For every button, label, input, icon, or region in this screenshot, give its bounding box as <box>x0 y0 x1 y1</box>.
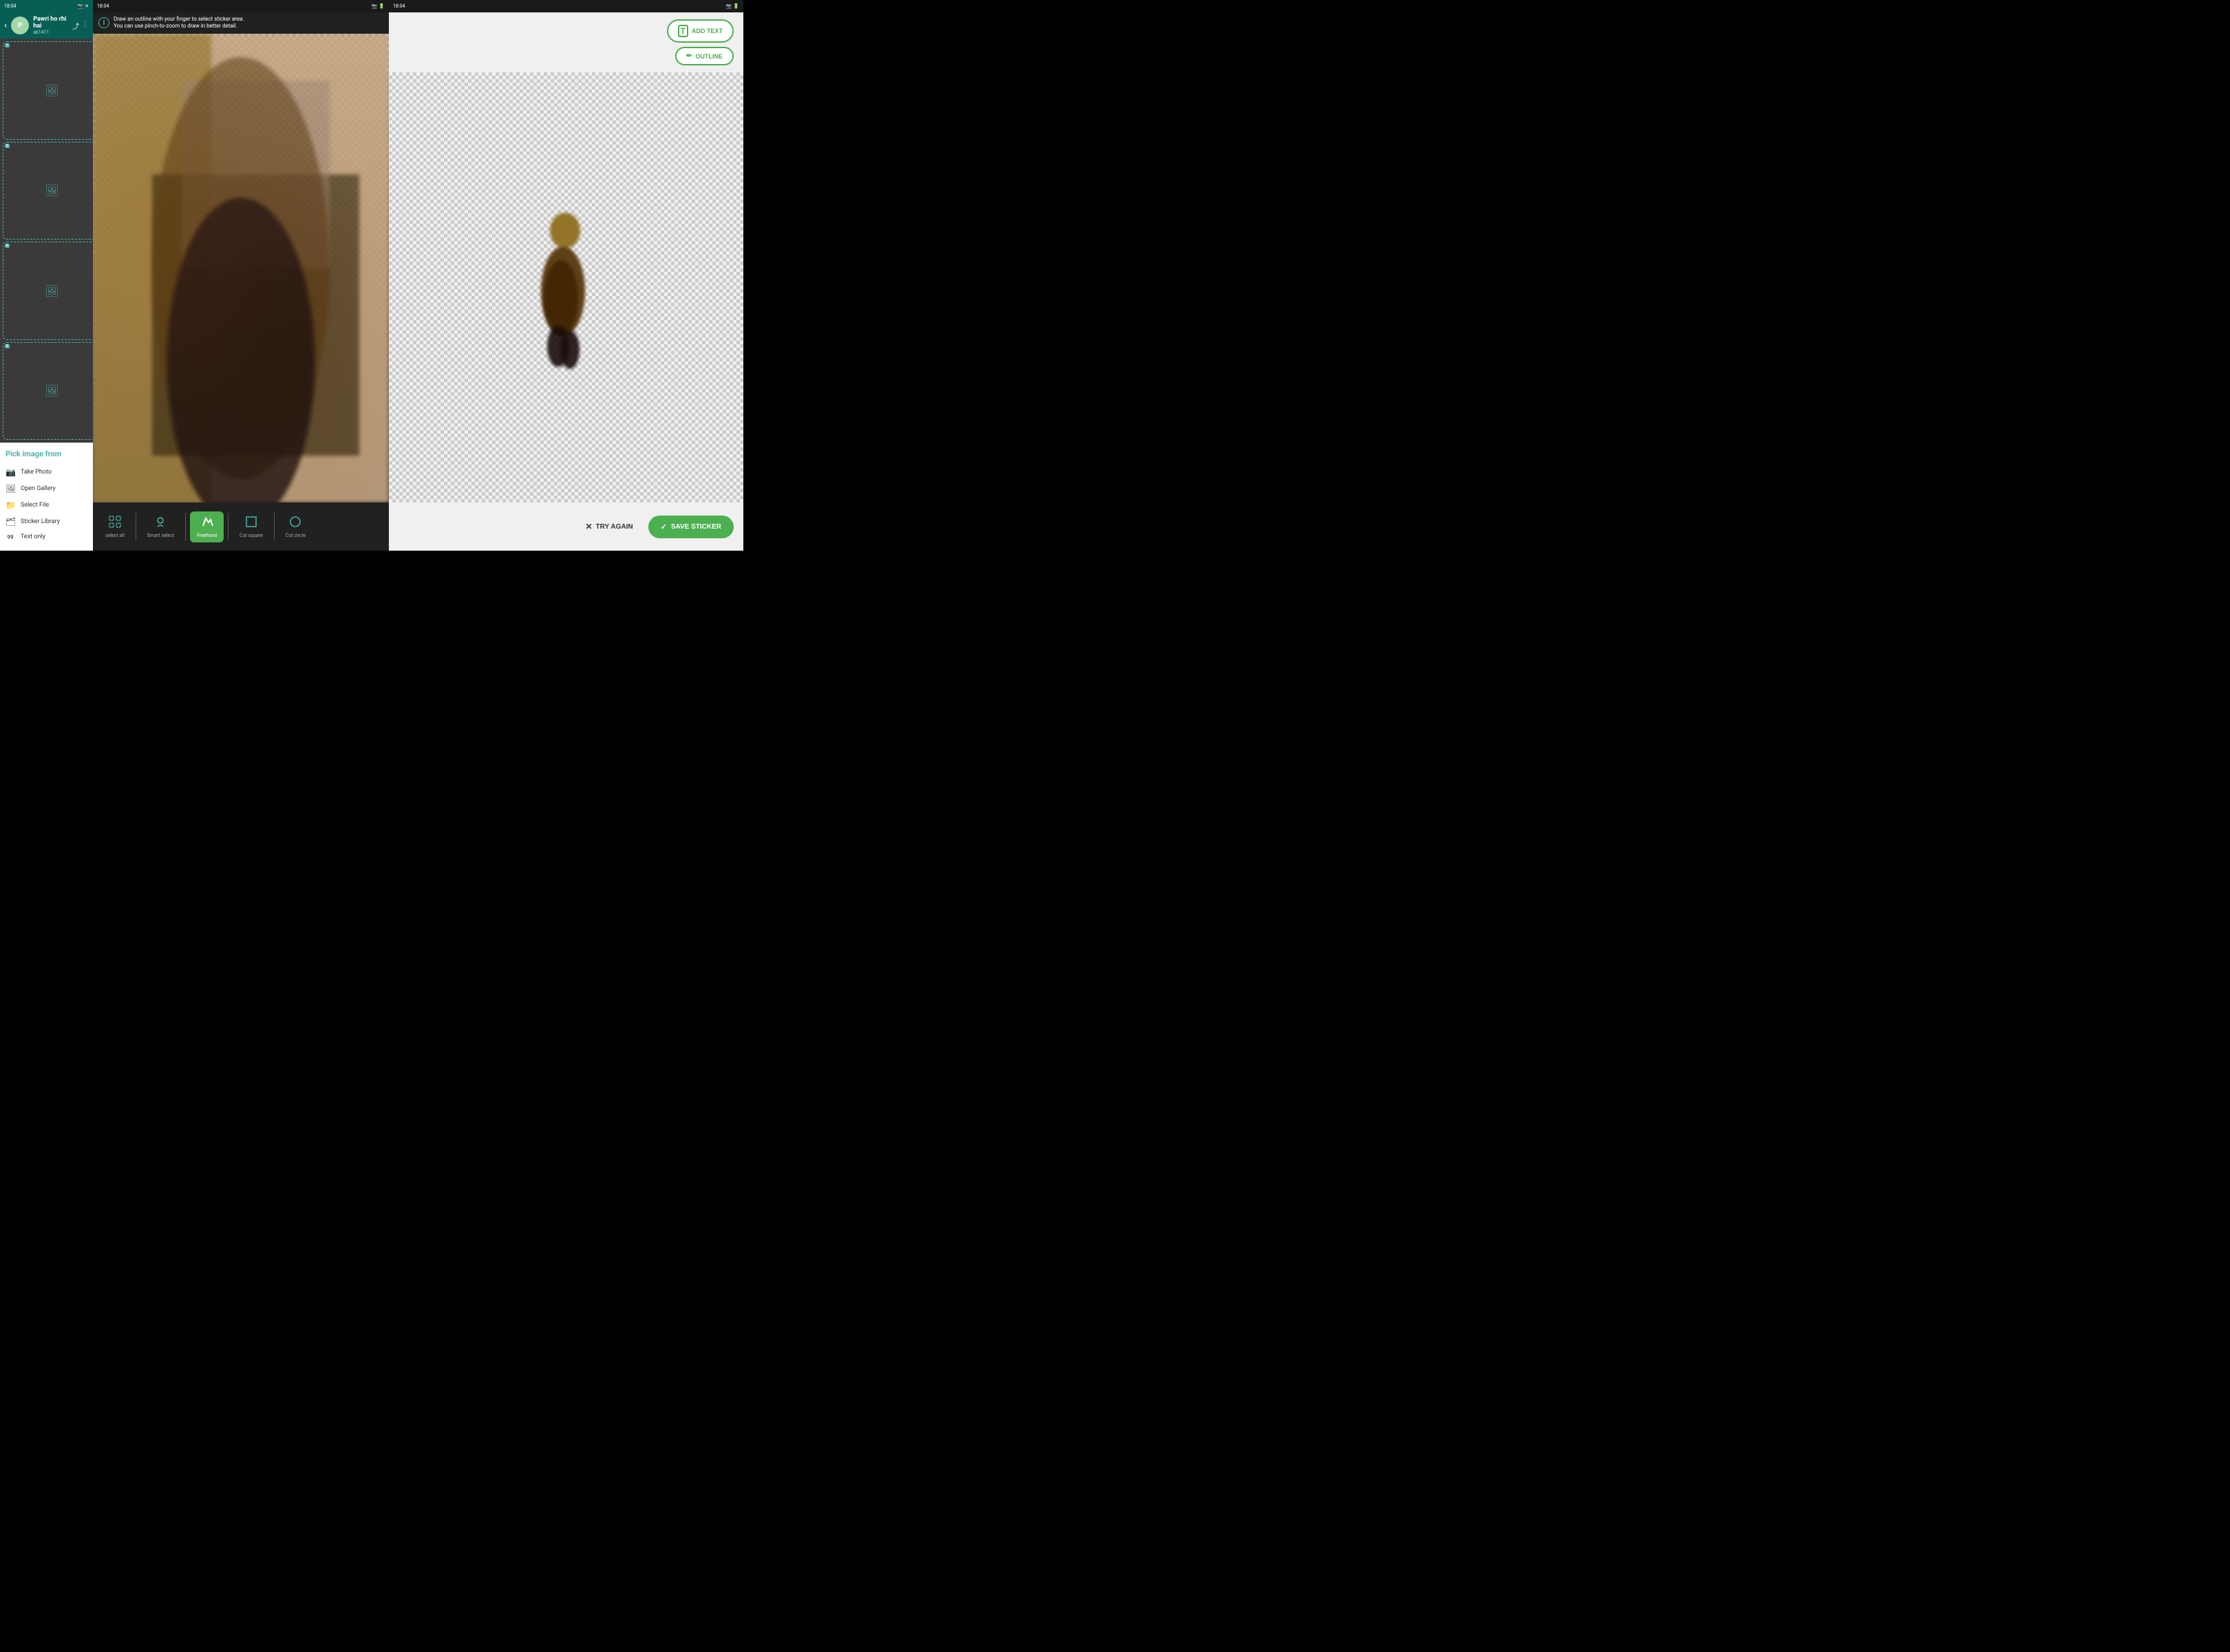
panel-middle: 18:04 📷 🔋 i Draw an outline with your fi… <box>93 0 389 551</box>
slot-6-icon: 🖼 <box>45 284 59 297</box>
sticker-slot-6[interactable]: 6 🖼 <box>3 242 93 340</box>
select-file-label: Select File <box>21 502 49 509</box>
outline-label: OUTLINE <box>696 53 723 60</box>
panel-left: 18:04 📷 ✕ ‹ P Pawri ho rhi hai ak1411 ⤴ … <box>0 0 93 551</box>
sticker-library-icon: 🗂 <box>6 517 15 527</box>
folder-icon: 📁 <box>6 500 15 510</box>
sticker-pack-area: tray icon 🖼 1 🖼 2 🖼 3 🖼 4 🖼 5 🖼 6 🖼 <box>0 39 93 443</box>
camera-icon: 📷 <box>6 467 15 477</box>
editor-canvas[interactable] <box>93 34 389 502</box>
left-time: 18:04 <box>4 3 16 9</box>
add-text-icon: T <box>678 25 688 37</box>
outline-button[interactable]: ✏ OUTLINE <box>675 47 734 65</box>
right-status-bar: 18:04 📷 🔋 <box>389 0 743 12</box>
right-time: 18:04 <box>393 3 405 9</box>
tool-section: select all Smart select <box>98 511 312 542</box>
smart-select-icon <box>154 516 167 531</box>
chat-sub: ak1411 <box>33 30 68 35</box>
right-bottom-bar: ✕ TRY AGAIN ✓ SAVE STICKER <box>389 502 743 551</box>
add-text-button[interactable]: T ADD TEXT <box>667 19 734 43</box>
slot-number-9: 9 <box>5 344 10 348</box>
sticker-slot-9[interactable]: 9 🖼 <box>3 342 93 441</box>
text-only-label: Text only <box>21 533 45 540</box>
editor-toolbar: select all Smart select <box>93 502 389 551</box>
info-line1: Draw an outline with your finger to sele… <box>114 16 244 23</box>
text-only-item[interactable]: 99 Text only <box>6 530 87 544</box>
select-all-icon <box>109 516 121 531</box>
chat-info: Pawri ho rhi hai ak1411 <box>33 16 68 35</box>
select-all-tool[interactable]: select all <box>98 511 131 542</box>
middle-time: 18:04 <box>97 3 109 9</box>
outline-icon: ✏ <box>686 52 692 60</box>
chat-header: ‹ P Pawri ho rhi hai ak1411 ⤴ ⋮ <box>0 12 93 39</box>
smart-select-label: Smart select <box>147 533 174 538</box>
person-silhouette <box>525 202 608 374</box>
smart-select-tool[interactable]: Smart select <box>140 511 181 542</box>
sticker-library-item[interactable]: 🗂 Sticker Library <box>6 513 87 530</box>
editor-info-bar: i Draw an outline with your finger to se… <box>93 12 389 34</box>
chat-name: Pawri ho rhi hai <box>33 16 68 30</box>
gallery-icon: 🖼 <box>6 484 15 494</box>
right-toolbar: T ADD TEXT ✏ OUTLINE <box>389 12 743 72</box>
tool-divider-4 <box>274 513 275 540</box>
slot-1-icon: 🖼 <box>45 84 59 97</box>
select-file-item[interactable]: 📁 Select File <box>6 497 87 513</box>
sticker-library-label: Sticker Library <box>21 518 60 525</box>
tool-divider-3 <box>228 513 229 540</box>
avatar: P <box>11 17 29 34</box>
try-again-label: TRY AGAIN <box>596 523 633 531</box>
sticker-person <box>525 202 608 374</box>
panel-right: 18:04 📷 🔋 T ADD TEXT ✏ OUTLINE <box>389 0 743 551</box>
cut-circle-icon <box>289 516 301 531</box>
cut-circle-tool[interactable]: Cut circle <box>279 511 312 542</box>
chat-header-icons: ⤴ ⋮ <box>72 21 89 31</box>
right-status-icons: 📷 🔋 <box>726 3 739 9</box>
sticker-slot-1[interactable]: 1 🖼 <box>3 41 93 140</box>
open-gallery-label: Open Gallery <box>21 485 56 492</box>
open-gallery-item[interactable]: 🖼 Open Gallery <box>6 480 87 497</box>
add-text-label: ADD TEXT <box>692 28 723 34</box>
cut-circle-label: Cut circle <box>286 533 306 538</box>
take-photo-label: Take Photo <box>21 469 52 476</box>
more-icon[interactable]: ⋮ <box>82 21 89 31</box>
tool-divider-2 <box>185 513 186 540</box>
slot-number-3: 3 <box>5 144 10 148</box>
bottom-sheet: Pick image from 📷 Take Photo 🖼 Open Gall… <box>0 443 93 551</box>
share-icon[interactable]: ⤴ <box>72 21 79 31</box>
cut-square-icon <box>245 516 257 531</box>
cut-square-label: Cut square <box>240 533 263 538</box>
middle-status-icons: 📷 🔋 <box>372 3 385 9</box>
photo-background <box>93 34 389 502</box>
cut-square-tool[interactable]: Cut square <box>233 511 270 542</box>
info-line2: You can use pinch-to-zoom to draw in bet… <box>114 23 244 30</box>
middle-status-bar: 18:04 📷 🔋 <box>93 0 389 12</box>
slot-number-6: 6 <box>5 244 10 248</box>
left-status-icons: 📷 ✕ <box>78 3 89 9</box>
take-photo-item[interactable]: 📷 Take Photo <box>6 464 87 480</box>
save-sticker-button[interactable]: ✓ SAVE STICKER <box>648 516 734 538</box>
save-check-icon: ✓ <box>661 522 667 531</box>
sticker-preview-area <box>389 72 743 502</box>
back-button[interactable]: ‹ <box>4 20 7 31</box>
bottom-sheet-title: Pick image from <box>6 449 87 458</box>
try-again-button[interactable]: ✕ TRY AGAIN <box>575 515 642 538</box>
info-text: Draw an outline with your finger to sele… <box>114 16 244 30</box>
slot-3-icon: 🖼 <box>45 184 59 197</box>
select-all-label: select all <box>105 533 125 538</box>
left-status-bar: 18:04 📷 ✕ <box>0 0 93 12</box>
info-icon: i <box>98 17 109 28</box>
freehand-label: Freehand <box>197 533 217 538</box>
text-only-icon: 99 <box>6 534 15 540</box>
sticker-slot-3[interactable]: 3 🖼 <box>3 142 93 240</box>
slot-9-icon: 🖼 <box>45 384 59 397</box>
try-again-x-icon: ✕ <box>585 522 592 531</box>
freehand-tool[interactable]: Freehand <box>190 511 224 542</box>
save-sticker-label: SAVE STICKER <box>671 523 721 531</box>
freehand-icon <box>201 516 213 531</box>
slot-number-1: 1 <box>5 43 10 47</box>
